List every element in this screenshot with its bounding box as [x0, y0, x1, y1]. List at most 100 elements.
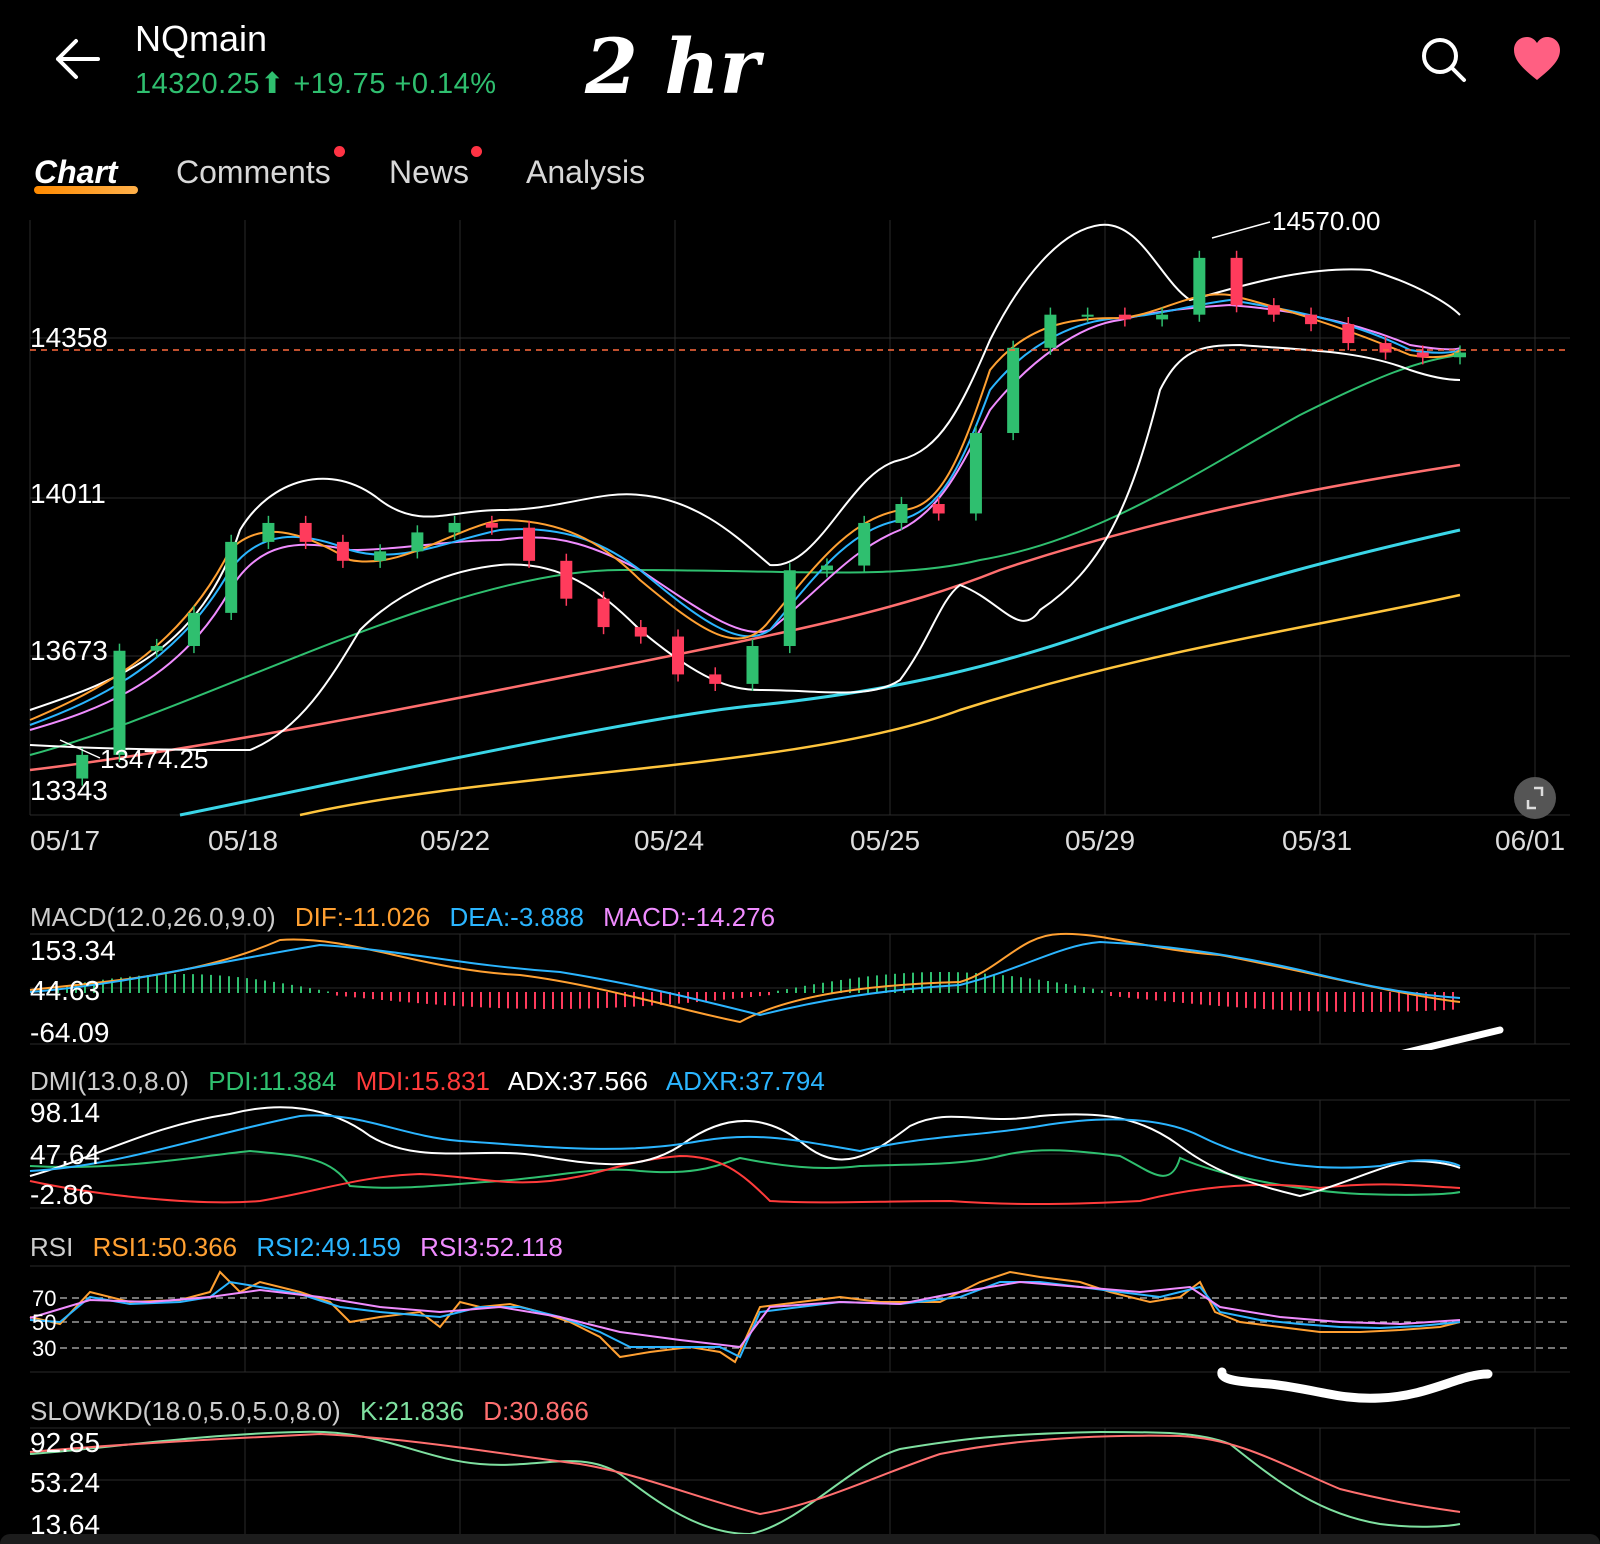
candle [1193, 257, 1206, 315]
candle [634, 627, 647, 637]
dmi-y-tick: -2.86 [30, 1179, 94, 1210]
candle [597, 598, 610, 628]
macd-hist-bar [543, 992, 545, 1009]
up-arrow-icon: ⬆ [259, 68, 285, 100]
macd-hist-bar [336, 992, 338, 996]
macd-hist-bar [993, 974, 995, 993]
macd-hist-bar [192, 974, 194, 993]
candle [336, 541, 349, 561]
macd-hist-bar [1326, 992, 1328, 1012]
search-button[interactable] [1420, 36, 1468, 84]
candle [299, 522, 312, 542]
macd-hist-bar [246, 978, 248, 993]
macd-title: MACD(12.0,26.0,9.0) [30, 902, 276, 932]
macd-hist-bar [300, 986, 302, 993]
candle [672, 636, 685, 675]
macd-hist-bar [372, 992, 374, 1000]
quote-line: 14320.25⬆ +19.75 +0.14% [135, 66, 497, 101]
tab-chart[interactable]: Chart [34, 154, 118, 191]
dmi-y-tick: 47.64 [30, 1139, 100, 1170]
macd-hist-bar [147, 975, 149, 993]
macd-hist-bar [174, 974, 176, 993]
date-tick: 05/17 [30, 825, 100, 856]
macd-hist-bar [255, 979, 257, 993]
price-change-pct: +0.14% [394, 68, 497, 100]
candle [411, 532, 424, 552]
macd-hist-bar [1380, 992, 1382, 1012]
macd-hist-bar [1371, 992, 1373, 1012]
macd-hist-bar [786, 989, 788, 993]
symbol-title: NQmain [135, 18, 268, 59]
macd-hist-bar [1155, 992, 1157, 1001]
tab-news[interactable]: News [389, 154, 469, 191]
macd-hist-bar [1137, 992, 1139, 999]
candle [523, 527, 536, 561]
macd-hist-bar [1056, 982, 1058, 993]
macd-hist-bar [1281, 992, 1283, 1010]
macd-hist-bar [1290, 992, 1292, 1011]
candle [1156, 314, 1169, 320]
slowkd-y-tick: 92.85 [30, 1427, 100, 1458]
handwritten-timeframe-annotation: 2 hr [585, 22, 760, 111]
macd-hist-bar [1038, 979, 1040, 993]
macd-hist-bar [228, 976, 230, 993]
macd-hist-bar [885, 974, 887, 993]
macd-dif: DIF:-11.026 [294, 902, 431, 932]
candle [969, 433, 982, 514]
macd-hist-bar [561, 992, 563, 1009]
macd-hist-bar [516, 992, 518, 1009]
macd-y-tick: 44.63 [30, 975, 100, 1006]
back-button[interactable] [52, 36, 102, 82]
slowkd-title: SLOWKD(18.0,5.0,5.0,8.0) [30, 1396, 341, 1426]
candlestick-chart[interactable]: 14358 14011 13673 13343 14570.00 13474.2… [0, 210, 1600, 870]
tab-analysis[interactable]: Analysis [526, 154, 645, 191]
price-label: 13343 [30, 775, 108, 806]
dmi-mdi: MDI:15.831 [355, 1066, 490, 1096]
macd-hist-bar [1092, 988, 1094, 993]
macd-hist-bar [1101, 990, 1103, 993]
date-tick: 06/01 [1495, 825, 1565, 856]
macd-hist-bar [1407, 992, 1409, 1012]
candle [262, 522, 275, 542]
candle [113, 650, 126, 755]
tab-comments[interactable]: Comments [176, 154, 331, 191]
macd-hist-bar [345, 992, 347, 997]
candle [1007, 347, 1020, 434]
rsi-y-tick: 70 [32, 1286, 56, 1311]
macd-hist-bar [1164, 992, 1166, 1002]
slowkd-panel: 92.85 53.24 13.64 [29, 1427, 1570, 1544]
macd-hist-bar [264, 980, 266, 993]
date-tick: 05/22 [420, 825, 490, 856]
candle [225, 541, 238, 613]
macd-hist-bar [1272, 992, 1274, 1010]
macd-hist-bar [1029, 978, 1031, 993]
candle [187, 612, 200, 647]
macd-hist-bar [1245, 992, 1247, 1008]
candle [448, 522, 461, 533]
macd-hist-bar [606, 992, 608, 1008]
macd-hist-bar [480, 992, 482, 1008]
date-tick: 05/24 [634, 825, 704, 856]
macd-hist-bar [768, 992, 770, 996]
macd-hist-bar [354, 992, 356, 998]
price-label: 13673 [30, 635, 108, 666]
handwritten-underline-rsi [1217, 1367, 1493, 1403]
macd-hist-bar [1173, 992, 1175, 1003]
macd-hist-bar [534, 992, 536, 1009]
favorite-button[interactable] [1512, 36, 1562, 82]
candle [709, 674, 722, 684]
expand-button[interactable] [1514, 777, 1556, 819]
price-change: +19.75 [293, 68, 386, 100]
macd-hist-bar [1047, 981, 1049, 993]
macd-hist-bar [435, 992, 437, 1005]
macd-hist-bar [525, 992, 527, 1009]
macd-hist-bar [363, 992, 365, 999]
macd-hist-bar [1002, 975, 1004, 993]
dmi-legend: DMI(13.0,8.0) PDI:11.384 MDI:15.831 ADX:… [30, 1066, 837, 1097]
chart-grid [29, 220, 1570, 816]
heart-icon [1514, 37, 1560, 80]
macd-hist-bar [1065, 983, 1067, 993]
macd-hist-bar [1119, 992, 1121, 997]
macd-hist-bar [201, 974, 203, 993]
macd-hist-bar [615, 992, 617, 1008]
